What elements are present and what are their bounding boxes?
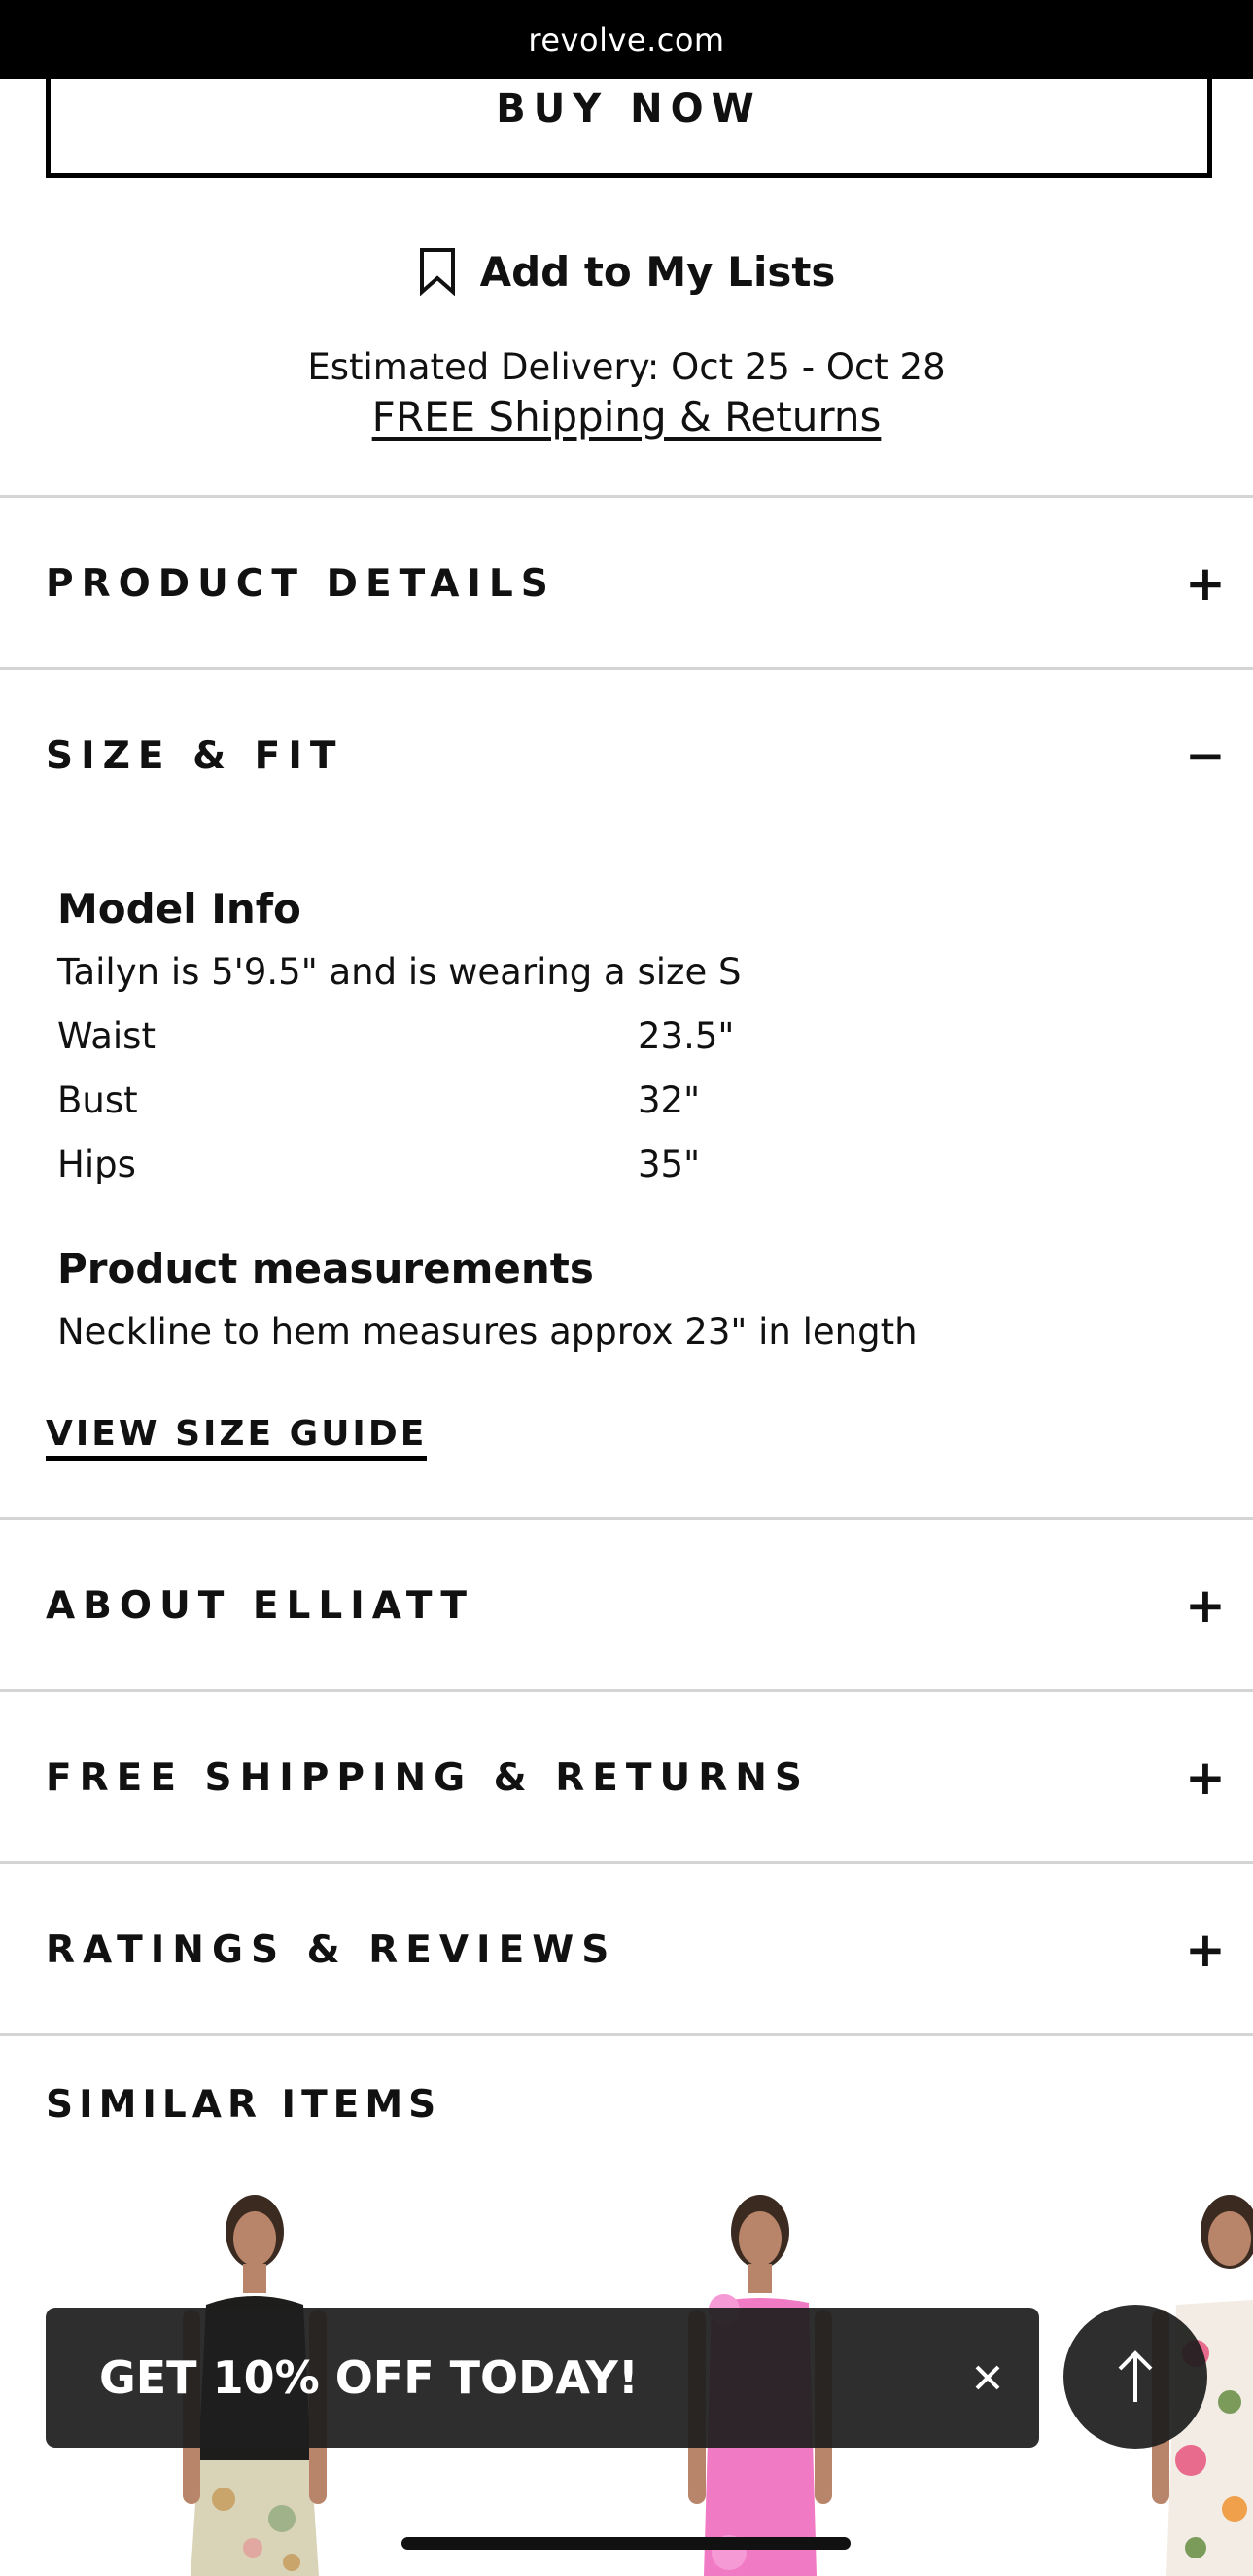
add-to-lists-label: Add to My Lists [479,247,836,296]
view-size-guide-link[interactable]: VIEW SIZE GUIDE [46,1414,428,1461]
divider [0,667,1253,670]
accordion-product-details[interactable]: PRODUCT DETAILS + [0,499,1253,668]
measure-label-waist: Waist [57,1015,156,1057]
url-text: revolve.com [528,20,725,58]
close-icon[interactable] [963,2353,1012,2403]
similar-items-heading: SIMILAR ITEMS [46,2083,442,2127]
accordion-about[interactable]: ABOUT ELLIATT + [0,1521,1253,1690]
measure-label-bust: Bust [57,1079,138,1121]
scroll-to-top-button[interactable] [1063,2305,1207,2449]
model-info-heading: Model Info [57,885,301,933]
promo-text: GET 10% OFF TODAY! [99,2351,639,2404]
promo-banner[interactable]: GET 10% OFF TODAY! [46,2308,1039,2448]
divider [0,1689,1253,1692]
measure-label-hips: Hips [57,1144,136,1185]
accordion-title: RATINGS & REVIEWS [46,1927,617,1972]
arrow-up-icon [1118,2350,1153,2402]
plus-icon: + [1185,555,1226,612]
divider [0,1861,1253,1864]
accordion-size-fit[interactable]: SIZE & FIT − [0,671,1253,840]
measure-value-bust: 32" [638,1079,701,1121]
divider [0,1517,1253,1520]
product-measurements-heading: Product measurements [57,1245,594,1292]
accordion-ratings-reviews[interactable]: RATINGS & REVIEWS + [0,1865,1253,2034]
add-to-lists-button[interactable]: Add to My Lists [0,240,1253,302]
product-measurements-text: Neckline to hem measures approx 23" in l… [57,1311,918,1353]
accordion-title: FREE SHIPPING & RETURNS [46,1755,810,1800]
divider [0,2033,1253,2036]
shipping-returns-link-wrap: FREE Shipping & Returns [0,393,1253,441]
model-info-text: Tailyn is 5'9.5" and is wearing a size S [57,951,742,993]
minus-icon: − [1185,727,1226,784]
buy-now-label: BUY NOW [496,86,762,131]
accordion-shipping-returns[interactable]: FREE SHIPPING & RETURNS + [0,1693,1253,1862]
measure-value-hips: 35" [638,1144,701,1185]
accordion-title: ABOUT ELLIATT [46,1583,475,1628]
browser-url-bar[interactable]: revolve.com [0,0,1253,79]
accordion-title: SIZE & FIT [46,733,344,778]
estimated-delivery: Estimated Delivery: Oct 25 - Oct 28 [307,346,946,388]
divider [0,495,1253,498]
plus-icon: + [1185,1749,1226,1806]
accordion-title: PRODUCT DETAILS [46,561,556,606]
bookmark-icon [419,248,455,296]
plus-icon: + [1185,1922,1226,1978]
measure-value-waist: 23.5" [638,1015,735,1057]
shipping-returns-link[interactable]: FREE Shipping & Returns [372,393,882,441]
plus-icon: + [1185,1577,1226,1634]
home-indicator [401,2537,851,2550]
